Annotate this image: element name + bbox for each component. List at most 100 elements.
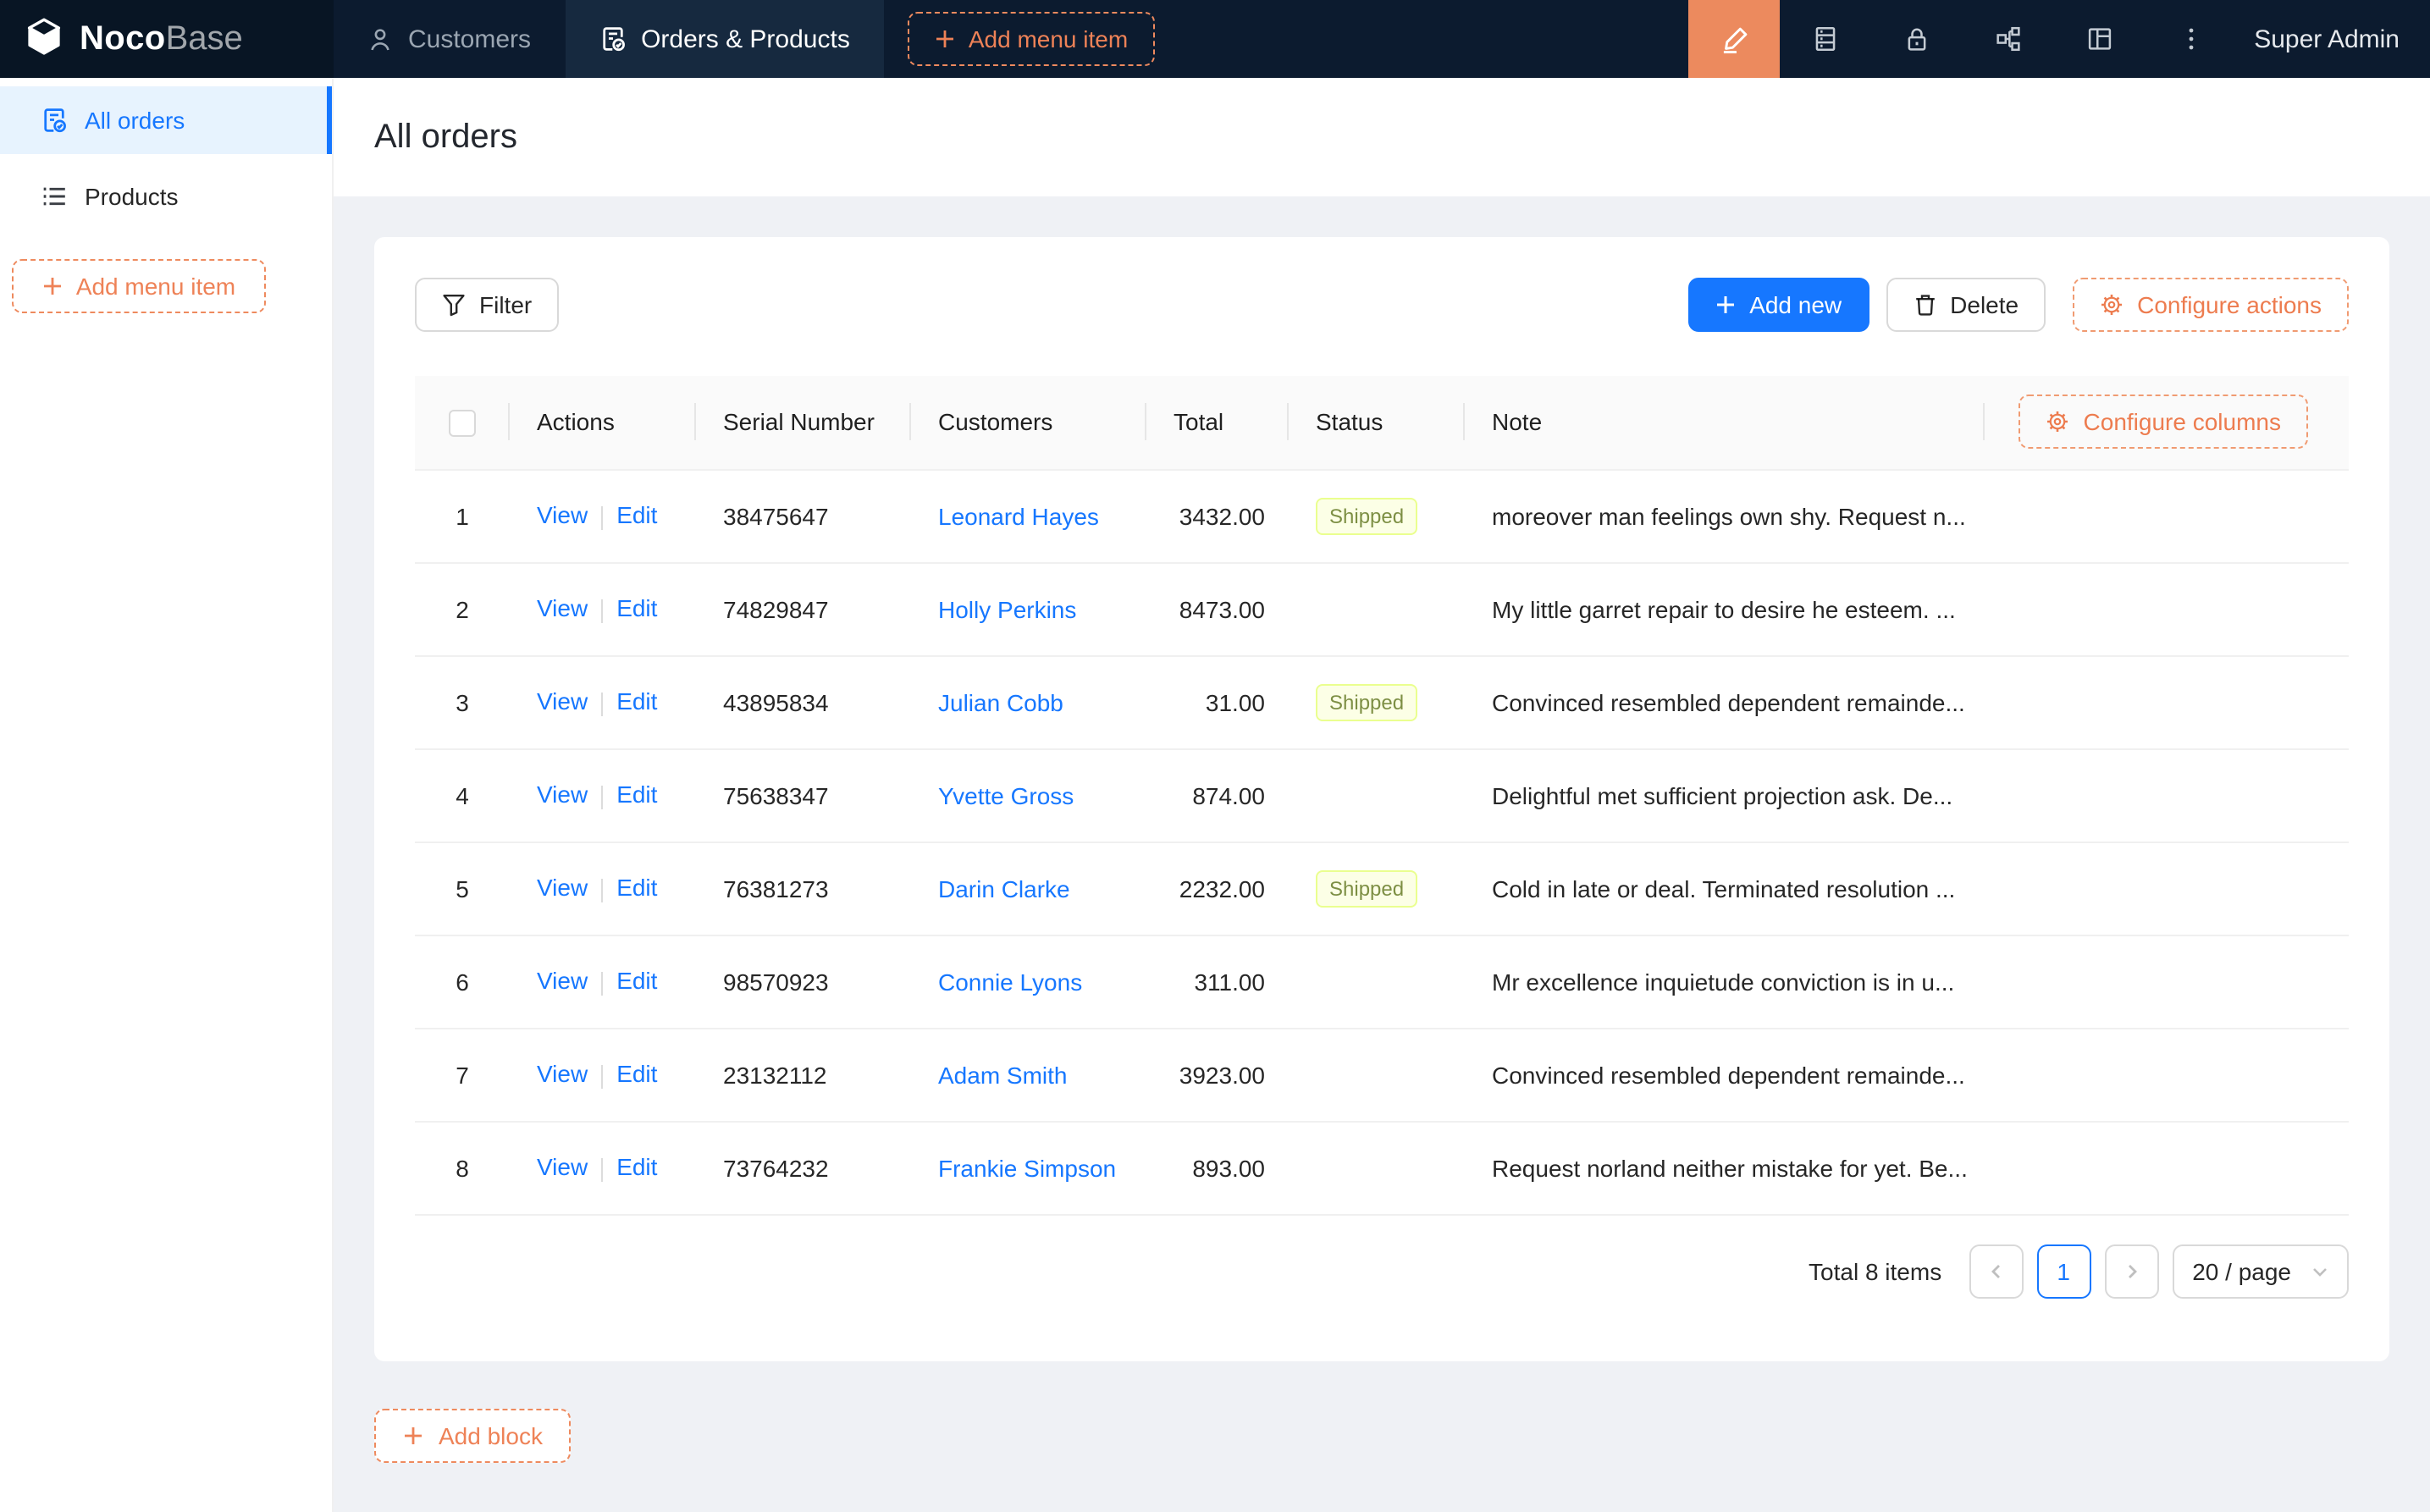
edit-link[interactable]: Edit: [616, 1154, 657, 1181]
view-link[interactable]: View: [537, 781, 588, 808]
table-header-row: Actions Serial Number Customers Total St…: [415, 376, 2349, 469]
total-cell: 8473.00: [1146, 562, 1289, 655]
view-link[interactable]: View: [537, 595, 588, 622]
row-index: 8: [415, 1121, 510, 1214]
plus-icon: [403, 1425, 423, 1445]
customer-link[interactable]: Frankie Simpson: [938, 1154, 1116, 1181]
status-tag: Shipped: [1316, 869, 1417, 907]
row-index: 5: [415, 842, 510, 935]
customer-link[interactable]: Yvette Gross: [938, 781, 1074, 808]
sidebar-item-all-orders[interactable]: All orders: [0, 86, 332, 154]
edit-link[interactable]: Edit: [616, 1061, 657, 1088]
workflow-button[interactable]: [1963, 0, 2054, 78]
layout-icon: [2086, 25, 2113, 52]
select-all-header-cell: [415, 376, 510, 469]
sidebar-add-menu-item-label: Add menu item: [76, 273, 235, 300]
table-row: 2ViewEdit74829847Holly Perkins8473.00My …: [415, 562, 2349, 655]
serial-number-cell: 75638347: [696, 748, 911, 842]
customer-cell: Frankie Simpson: [911, 1121, 1146, 1214]
nav-add-menu-item-button[interactable]: Add menu item: [908, 12, 1155, 66]
action-divider: [601, 505, 603, 529]
action-divider: [601, 971, 603, 995]
status-tag: Shipped: [1316, 683, 1417, 720]
configure-actions-button[interactable]: Configure actions: [2073, 278, 2349, 332]
configure-actions-label: Configure actions: [2137, 291, 2322, 318]
view-link[interactable]: View: [537, 968, 588, 995]
row-index: 4: [415, 748, 510, 842]
top-nav: NocoBase Customers Orders & Products: [0, 0, 2430, 78]
customer-link[interactable]: Leonard Hayes: [938, 502, 1099, 529]
pagination-next-button[interactable]: [2104, 1244, 2158, 1298]
customer-link[interactable]: Julian Cobb: [938, 688, 1063, 715]
serial-number-cell: 76381273: [696, 842, 911, 935]
ui-editor-toggle-button[interactable]: [1688, 0, 1780, 78]
total-cell: 2232.00: [1146, 842, 1289, 935]
pagination-total: Total 8 items: [1809, 1257, 1941, 1284]
app-root: NocoBase Customers Orders & Products: [0, 0, 2430, 1512]
view-link[interactable]: View: [537, 1154, 588, 1181]
plugins-manager-button[interactable]: [1780, 0, 1871, 78]
page-size-value: 20 / page: [2192, 1257, 2291, 1284]
nocobase-logo-icon: [22, 17, 66, 61]
sidebar-item-products[interactable]: Products: [0, 163, 332, 230]
gear-icon: [2100, 293, 2123, 317]
note-cell: Mr excellence inquietude conviction is i…: [1465, 935, 1985, 1028]
page-size-select[interactable]: 20 / page: [2172, 1244, 2349, 1298]
view-link[interactable]: View: [537, 502, 588, 529]
filter-button[interactable]: Filter: [415, 278, 559, 332]
vertical-ellipsis-icon: [2179, 25, 2203, 52]
view-link[interactable]: View: [537, 688, 588, 715]
add-block-button[interactable]: Add block: [374, 1408, 572, 1462]
add-new-button[interactable]: Add new: [1688, 278, 1869, 332]
note-cell: moreover man feelings own shy. Request n…: [1465, 469, 1985, 562]
row-actions-cell: View Edit: [510, 655, 696, 748]
customer-link[interactable]: Connie Lyons: [938, 968, 1082, 995]
configure-columns-button[interactable]: Configure columns: [2019, 395, 2308, 450]
page-header: All orders: [334, 78, 2430, 196]
row-actions-cell: View Edit: [510, 1028, 696, 1121]
sidebar-add-menu-item-button[interactable]: Add menu item: [12, 259, 266, 313]
customer-link[interactable]: Adam Smith: [938, 1061, 1068, 1088]
chevron-down-icon: [2311, 1262, 2328, 1279]
pagination-prev-button[interactable]: [1969, 1244, 2023, 1298]
edit-link[interactable]: Edit: [616, 595, 657, 622]
customer-link[interactable]: Holly Perkins: [938, 595, 1076, 622]
nav-tab-customers[interactable]: Customers: [334, 0, 565, 78]
settings-lock-button[interactable]: [1871, 0, 1963, 78]
edit-link[interactable]: Edit: [616, 875, 657, 902]
serial-number-cell: 43895834: [696, 655, 911, 748]
total-cell: 874.00: [1146, 748, 1289, 842]
edit-link[interactable]: Edit: [616, 781, 657, 808]
select-all-checkbox[interactable]: [449, 410, 476, 437]
row-index: 3: [415, 655, 510, 748]
unordered-list-icon: [41, 183, 68, 210]
content-area: Filter Add new: [334, 196, 2430, 1512]
view-link[interactable]: View: [537, 1061, 588, 1088]
more-menu-button[interactable]: [2146, 0, 2237, 78]
logo-text-bold: Noco: [80, 19, 166, 58]
orders-table: Actions Serial Number Customers Total St…: [415, 376, 2349, 1215]
table-row: 6ViewEdit98570923Connie Lyons311.00Mr ex…: [415, 935, 2349, 1028]
row-index: 6: [415, 935, 510, 1028]
delete-button[interactable]: Delete: [1886, 278, 2046, 332]
status-cell: Shipped: [1289, 655, 1465, 748]
edit-link[interactable]: Edit: [616, 502, 657, 529]
view-link[interactable]: View: [537, 875, 588, 902]
nav-spacer: [1155, 0, 1688, 78]
nav-tab-orders-products[interactable]: Orders & Products: [565, 0, 884, 78]
edit-link[interactable]: Edit: [616, 688, 657, 715]
serial-number-cell: 73764232: [696, 1121, 911, 1214]
total-cell: 31.00: [1146, 655, 1289, 748]
customer-link[interactable]: Darin Clarke: [938, 875, 1070, 902]
nocobase-logo[interactable]: NocoBase: [0, 0, 334, 78]
row-spacer-cell: [1985, 1028, 2349, 1121]
table-row: 4 View Edit 75638347 Yvette Gross 874.00 Delig…: [415, 748, 2349, 842]
layout-button[interactable]: [2054, 0, 2146, 78]
row-actions-cell: View Edit: [510, 562, 696, 655]
status-cell: [1289, 1121, 1465, 1214]
sidebar: All orders Products Add menu item: [0, 78, 334, 1512]
user-menu[interactable]: Super Admin: [2237, 0, 2430, 78]
pagination-page-1[interactable]: 1: [2036, 1244, 2090, 1298]
note-cell: Delightful met sufficient projection ask…: [1465, 748, 1985, 842]
edit-link[interactable]: Edit: [616, 968, 657, 995]
